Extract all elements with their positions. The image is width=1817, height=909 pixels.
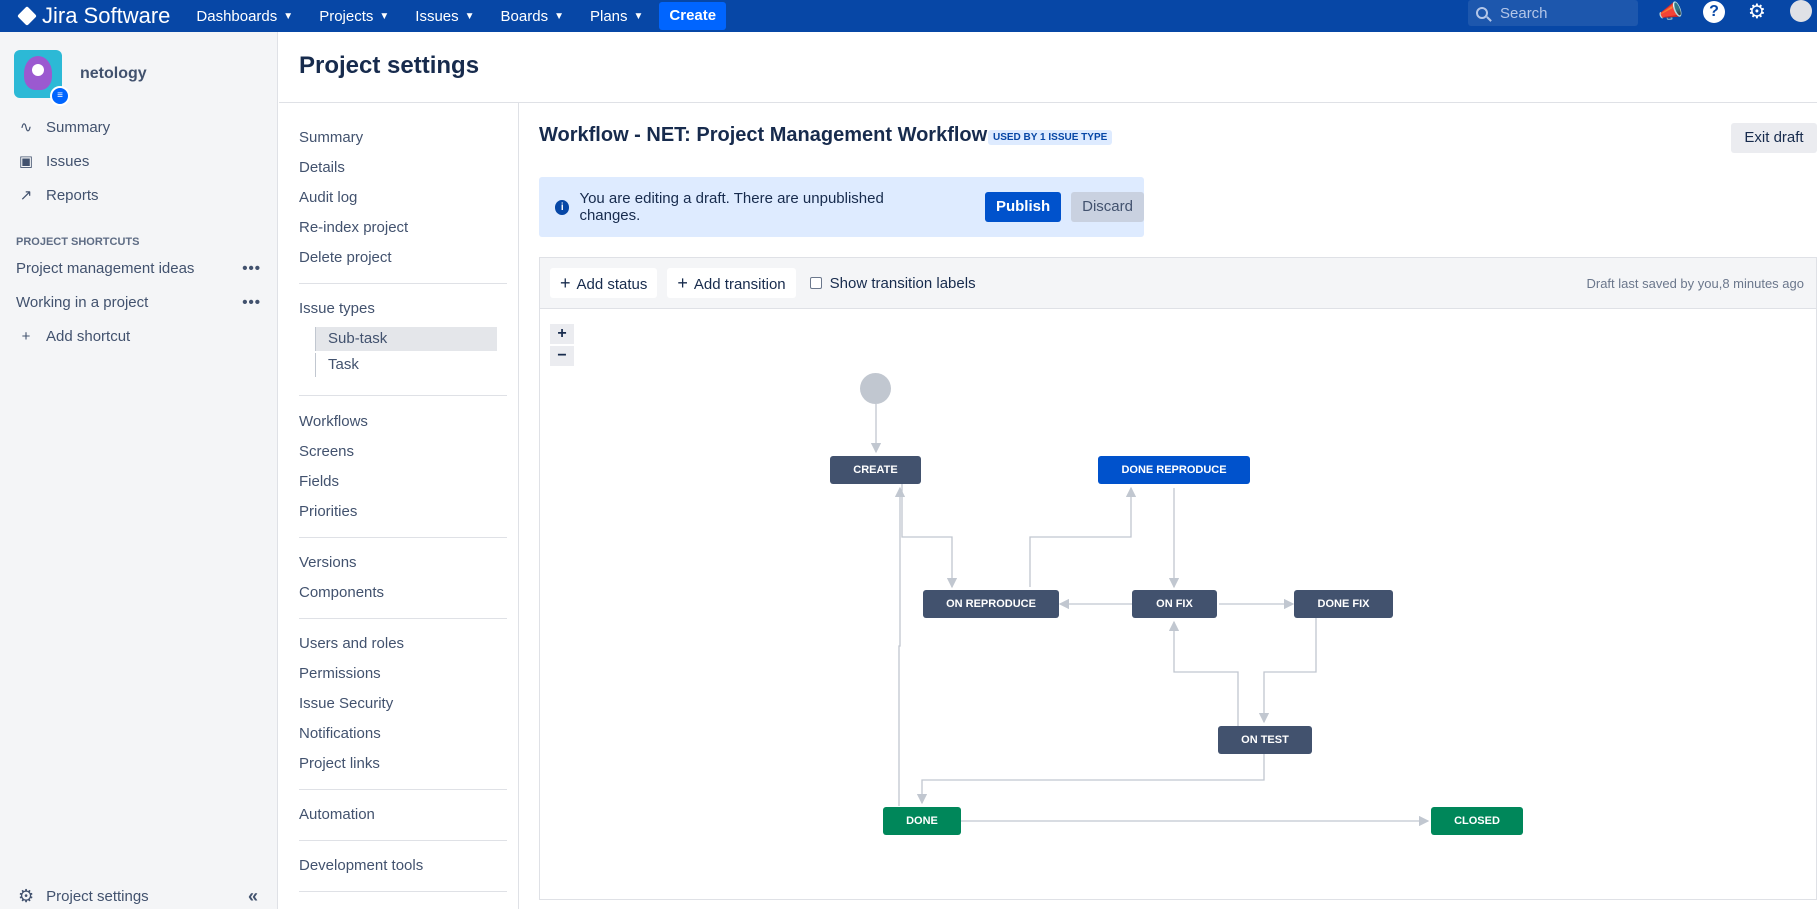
- transition-ontest-onfix[interactable]: [1168, 620, 1239, 726]
- status-on-reproduce[interactable]: ON REPRODUCE: [923, 590, 1059, 618]
- status-closed[interactable]: CLOSED: [1431, 807, 1523, 835]
- transition-done-create[interactable]: [894, 486, 906, 806]
- status-done[interactable]: DONE: [883, 807, 961, 835]
- transition-ontest-done[interactable]: [916, 754, 1265, 805]
- status-done-fix[interactable]: DONE FIX: [1294, 590, 1393, 618]
- transition-donefix-ontest[interactable]: [1258, 618, 1317, 724]
- status-on-test[interactable]: ON TEST: [1218, 726, 1312, 754]
- status-done-reproduce[interactable]: DONE REPRODUCE: [1098, 456, 1250, 484]
- status-on-fix[interactable]: ON FIX: [1132, 590, 1217, 618]
- workflow-start-node[interactable]: [860, 373, 891, 404]
- status-create[interactable]: CREATE: [830, 456, 921, 484]
- transition-create-onreproduce[interactable]: [901, 484, 958, 589]
- transition-onreproduce-donereproduce[interactable]: [1029, 486, 1137, 587]
- workflow-transitions: [870, 404, 1430, 827]
